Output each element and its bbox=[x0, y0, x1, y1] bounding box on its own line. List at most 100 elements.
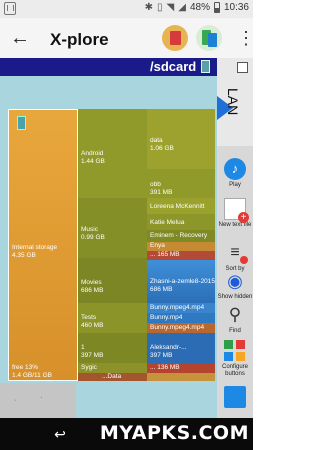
sub-name: Loreena McKennitt bbox=[150, 203, 205, 210]
config-icon bbox=[224, 340, 246, 362]
lan-label: LAN bbox=[225, 88, 241, 116]
folder-name: 1 bbox=[81, 344, 85, 351]
battery-icon bbox=[213, 2, 220, 13]
find-label: Find bbox=[229, 328, 241, 334]
app-bar: ← X-plore ⋮ bbox=[0, 18, 255, 58]
sub-size: 136 MB bbox=[157, 364, 180, 371]
sdcard-icon bbox=[201, 60, 210, 73]
treemap-sub-rest-music[interactable]: ... 165 MB bbox=[147, 251, 215, 260]
sub-size: 686 MB bbox=[150, 286, 173, 293]
arrow-left-icon[interactable]: ← bbox=[8, 26, 32, 50]
copy-icon bbox=[224, 386, 246, 408]
footer-dot-icon: · bbox=[14, 397, 17, 404]
folder-size: 397 MB bbox=[81, 352, 104, 359]
wifi-icon: ◥ bbox=[166, 2, 175, 13]
treemap-free-label: free 13% bbox=[12, 364, 39, 371]
search-icon: ⚲ bbox=[228, 305, 242, 324]
treemap-folder-music[interactable]: Music 0.99 GB bbox=[78, 198, 147, 258]
lan-tab[interactable]: LAN bbox=[217, 58, 253, 146]
treemap-folder-android[interactable]: Android 1.44 GB bbox=[78, 109, 147, 198]
show-hidden-label: Show hidden bbox=[217, 294, 253, 300]
app-shortcut-icon[interactable] bbox=[162, 25, 188, 51]
status-right: ✱ ▯ ◥ ◢ 48% 10:36 bbox=[145, 2, 249, 13]
show-hidden-button[interactable]: ◉ Show hidden bbox=[217, 270, 253, 301]
folder-name: Sygic bbox=[81, 364, 97, 371]
sub-name: data bbox=[150, 137, 163, 144]
status-bar: ✱ ▯ ◥ ◢ 48% 10:36 bbox=[0, 0, 253, 18]
path-bar[interactable]: /sdcard bbox=[0, 58, 217, 76]
treemap-sub-data-rest[interactable]: ...Data bbox=[78, 373, 147, 381]
treemap-sub-loreena[interactable]: Loreena McKennitt bbox=[147, 198, 215, 214]
play-label: Play bbox=[229, 182, 241, 188]
folder-size: 686 MB bbox=[81, 287, 104, 294]
sort-icon: ≡ bbox=[224, 242, 248, 264]
bluetooth-icon: ✱ bbox=[144, 2, 154, 13]
treemap-sub-katie[interactable]: Katie Melua bbox=[147, 214, 215, 230]
sub-name: Bunny.mp4 bbox=[150, 314, 183, 321]
treemap-sub-136[interactable]: ... 136 MB bbox=[147, 363, 215, 373]
sub-name: ...Data bbox=[102, 373, 122, 380]
configure-buttons-button[interactable]: Configure buttons bbox=[217, 340, 253, 378]
sub-name: obb bbox=[150, 181, 161, 188]
eye-icon: ◉ bbox=[227, 271, 243, 291]
treemap-sub-zhasni[interactable]: Zhasni-a-zemle8-2015... 686 MB bbox=[147, 260, 215, 303]
treemap-sub-bunny1[interactable]: Bunny.mpeg4.mp4 bbox=[147, 303, 215, 313]
sub-size: 391 MB bbox=[150, 189, 173, 196]
vibrate-icon: ▯ bbox=[157, 2, 163, 13]
treemap-sub-eminem[interactable]: Eminem - Recovery bbox=[147, 230, 215, 242]
folder-name: Music bbox=[81, 226, 98, 233]
sub-name: Bunny.mpeg4.mp4 bbox=[150, 304, 205, 311]
treemap-free-size: 1.4 GB/11 GB bbox=[12, 372, 52, 379]
folder-size: 0.99 GB bbox=[81, 234, 105, 241]
disk-map[interactable]: Internal storage 4.35 GB free 13% 1.4 GB… bbox=[0, 76, 217, 418]
copy-button[interactable] bbox=[217, 386, 253, 408]
dual-pane-icon[interactable] bbox=[196, 25, 222, 51]
sub-name: Aleksandr-... bbox=[150, 344, 187, 351]
app-title: X-plore bbox=[50, 30, 109, 49]
lan-mini-icon bbox=[237, 62, 248, 73]
treemap-folder-1[interactable]: 1 397 MB bbox=[78, 333, 147, 363]
folder-size: 460 MB bbox=[81, 322, 104, 329]
phone-icon bbox=[17, 116, 26, 130]
nav-back-icon[interactable]: ↩ bbox=[50, 424, 70, 444]
watermark: MYAPKS.COM bbox=[99, 422, 249, 444]
play-icon: ♪ bbox=[224, 158, 246, 180]
find-button[interactable]: ⚲ Find bbox=[217, 304, 253, 335]
navigation-bar: ↩ MYAPKS.COM bbox=[0, 418, 253, 450]
sub-name: Enya bbox=[150, 242, 165, 249]
new-file-icon bbox=[224, 198, 249, 223]
pane-footer: · ˈ bbox=[0, 383, 76, 418]
more-vert-icon[interactable]: ⋮ bbox=[237, 28, 255, 48]
battery-percent: 48% bbox=[189, 2, 210, 13]
play-button[interactable]: ♪ Play bbox=[217, 158, 253, 189]
treemap-root-size: 4.35 GB bbox=[12, 252, 36, 259]
folder-name: Android bbox=[81, 150, 104, 157]
sub-size: 397 MB bbox=[150, 352, 173, 359]
treemap-sub-aleksandr[interactable]: Aleksandr-... 397 MB bbox=[147, 333, 215, 363]
sub-size: 1.06 GB bbox=[150, 145, 174, 152]
treemap-root[interactable]: Internal storage 4.35 GB free 13% 1.4 GB… bbox=[8, 109, 78, 381]
treemap-folder-tests[interactable]: Tests 460 MB bbox=[78, 303, 147, 333]
treemap-root-name: Internal storage bbox=[12, 244, 58, 251]
sub-name: Bunny.mpeg4.mp4 bbox=[150, 324, 205, 331]
footer-dot-icon: ˈ bbox=[40, 397, 43, 404]
treemap-sub-bunny2[interactable]: Bunny.mp4 bbox=[147, 313, 215, 323]
folder-name: Movies bbox=[81, 279, 102, 286]
sort-by-button[interactable]: ≡ Sort by bbox=[217, 242, 253, 273]
folder-size: 1.44 GB bbox=[81, 158, 105, 165]
treemap-sub-data[interactable]: data 1.06 GB bbox=[147, 109, 215, 169]
sub-name: Katie Melua bbox=[150, 219, 185, 226]
treemap-sub-misc[interactable] bbox=[147, 373, 215, 381]
treemap-folder-movies[interactable]: Movies 686 MB bbox=[78, 258, 147, 303]
sub-name: ... bbox=[150, 251, 156, 258]
signal-icon: ◢ bbox=[178, 2, 186, 13]
new-text-file-button[interactable]: New text file bbox=[217, 198, 253, 229]
treemap-folder-sygic[interactable]: Sygic bbox=[78, 363, 147, 373]
current-path: /sdcard bbox=[150, 59, 197, 74]
sub-name: Zhasni-a-zemle8-2015... bbox=[150, 278, 215, 285]
treemap-sub-obb[interactable]: obb 391 MB bbox=[147, 169, 215, 198]
new-text-file-label: New text file bbox=[218, 222, 252, 228]
treemap-sub-bunny3[interactable]: Bunny.mpeg4.mp4 bbox=[147, 323, 215, 333]
treemap-sub-enya[interactable]: Enya bbox=[147, 242, 215, 251]
folder-name: Tests bbox=[81, 314, 97, 321]
